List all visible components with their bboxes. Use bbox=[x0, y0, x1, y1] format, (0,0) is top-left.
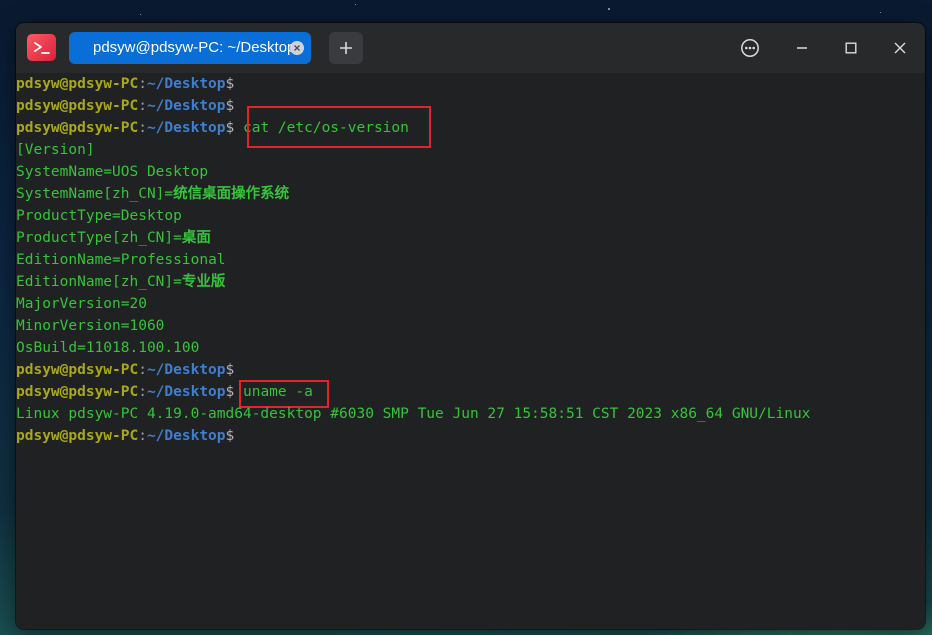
prompt-dollar: $ bbox=[225, 384, 235, 400]
tab-terminal[interactable]: pdsyw@pdsyw-PC: ~/Desktop bbox=[69, 32, 311, 64]
prompt-line: pdsyw@pdsyw-PC:~/Desktop$ bbox=[16, 73, 234, 95]
output-key: SystemName[zh_CN]= bbox=[16, 186, 174, 202]
output-line: OsBuild=11018.100.100 bbox=[16, 340, 200, 356]
output-line: EditionName[zh_CN]=专业版 bbox=[16, 271, 225, 293]
prompt-user-host: pdsyw@pdsyw-PC bbox=[16, 120, 139, 136]
terminal-app-icon[interactable] bbox=[27, 34, 56, 61]
prompt-path: ~/Desktop bbox=[146, 120, 226, 136]
prompt-glyph-icon bbox=[33, 41, 50, 54]
output-value: 统信桌面操作系统 bbox=[173, 186, 290, 202]
prompt-separator: : bbox=[138, 120, 147, 136]
output-key: ProductType[zh_CN]= bbox=[16, 230, 182, 246]
more-icon bbox=[741, 39, 759, 57]
close-icon bbox=[894, 42, 906, 54]
plus-icon bbox=[340, 42, 352, 54]
title-bar: pdsyw@pdsyw-PC: ~/Desktop bbox=[16, 23, 925, 73]
prompt-path: ~/Desktop bbox=[146, 76, 226, 92]
output-line: MinorVersion=1060 bbox=[16, 318, 165, 334]
tab-title: pdsyw@pdsyw-PC: ~/Desktop bbox=[93, 39, 296, 56]
output-value: Professional bbox=[120, 252, 226, 268]
terminal-output[interactable]: pdsyw@pdsyw-PC:~/Desktop$ pdsyw@pdsyw-PC… bbox=[16, 73, 925, 629]
prompt-line: pdsyw@pdsyw-PC:~/Desktop$ bbox=[16, 425, 234, 447]
prompt-line: pdsyw@pdsyw-PC:~/Desktop$ bbox=[16, 95, 234, 117]
close-button[interactable] bbox=[885, 33, 915, 63]
prompt-path: ~/Desktop bbox=[146, 98, 226, 114]
output-line: [Version] bbox=[16, 142, 95, 158]
minimize-button[interactable] bbox=[787, 33, 817, 63]
prompt-path: ~/Desktop bbox=[146, 362, 226, 378]
prompt-path: ~/Desktop bbox=[146, 384, 226, 400]
output-key: EditionName[zh_CN]= bbox=[16, 274, 182, 290]
prompt-line: pdsyw@pdsyw-PC:~/Desktop$ bbox=[16, 359, 234, 381]
prompt-user-host: pdsyw@pdsyw-PC bbox=[16, 384, 139, 400]
prompt-separator: : bbox=[138, 362, 147, 378]
terminal-window: pdsyw@pdsyw-PC: ~/Desktop pdsyw@pdsyw-PC… bbox=[16, 23, 925, 629]
new-tab-button[interactable] bbox=[329, 32, 363, 64]
prompt-separator: : bbox=[138, 98, 147, 114]
prompt-user-host: pdsyw@pdsyw-PC bbox=[16, 98, 139, 114]
prompt-separator: : bbox=[138, 384, 147, 400]
highlight-box-cat-command bbox=[247, 106, 431, 148]
prompt-dollar: $ bbox=[225, 76, 235, 92]
prompt-dollar: $ bbox=[225, 98, 235, 114]
output-value: UOS Desktop bbox=[112, 164, 209, 180]
star-decoration bbox=[140, 14, 141, 15]
output-value: Desktop bbox=[120, 208, 182, 224]
star-decoration bbox=[608, 8, 610, 10]
prompt-dollar: $ bbox=[225, 362, 235, 378]
maximize-icon bbox=[845, 42, 857, 54]
maximize-button[interactable] bbox=[836, 33, 866, 63]
prompt-dollar: $ bbox=[225, 120, 235, 136]
output-line: SystemName[zh_CN]=统信桌面操作系统 bbox=[16, 183, 289, 205]
star-decoration bbox=[880, 12, 881, 13]
output-line: EditionName=Professional bbox=[16, 249, 226, 271]
output-line: Linux pdsyw-PC 4.19.0-amd64-desktop #603… bbox=[16, 406, 811, 422]
prompt-dollar: $ bbox=[225, 428, 235, 444]
output-value: 专业版 bbox=[181, 274, 226, 290]
output-key: SystemName= bbox=[16, 164, 113, 180]
output-line: ProductType[zh_CN]=桌面 bbox=[16, 227, 211, 249]
output-line: MajorVersion=20 bbox=[16, 296, 147, 312]
prompt-user-host: pdsyw@pdsyw-PC bbox=[16, 76, 139, 92]
prompt-path: ~/Desktop bbox=[146, 428, 226, 444]
output-line: ProductType=Desktop bbox=[16, 205, 182, 227]
close-icon bbox=[294, 45, 300, 51]
output-key: ProductType= bbox=[16, 208, 121, 224]
minimize-icon bbox=[797, 47, 807, 49]
output-key: EditionName= bbox=[16, 252, 121, 268]
output-line: SystemName=UOS Desktop bbox=[16, 161, 208, 183]
star-decoration bbox=[355, 4, 356, 5]
prompt-separator: : bbox=[138, 76, 147, 92]
output-value: 桌面 bbox=[181, 230, 211, 246]
tab-close-icon[interactable] bbox=[290, 41, 304, 55]
prompt-separator: : bbox=[138, 428, 147, 444]
menu-button[interactable] bbox=[735, 33, 765, 63]
prompt-user-host: pdsyw@pdsyw-PC bbox=[16, 428, 139, 444]
prompt-user-host: pdsyw@pdsyw-PC bbox=[16, 362, 139, 378]
